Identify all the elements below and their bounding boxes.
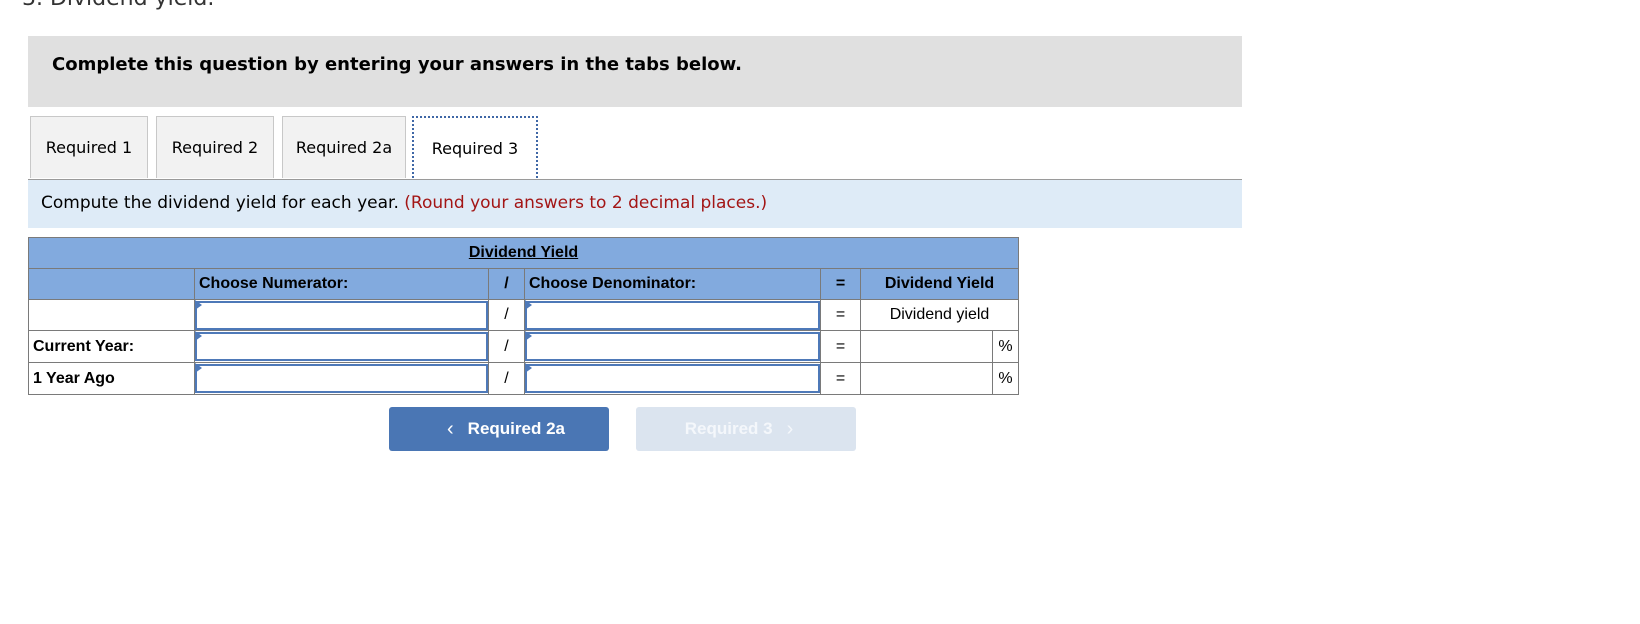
row-label (28, 299, 195, 331)
rounding-note: (Round your answers to 2 decimal places.… (404, 193, 768, 213)
dividend-yield-input-current-year[interactable] (861, 331, 996, 362)
result-cell[interactable] (860, 362, 996, 395)
chevron-right-icon: › (786, 417, 794, 440)
denominator-dropdown[interactable] (524, 299, 821, 331)
dividend-yield-input-1-year-ago[interactable] (861, 363, 996, 394)
numerator-input[interactable] (195, 364, 488, 393)
table-row: Current Year: / = % (28, 330, 1019, 363)
numerator-dropdown[interactable] (194, 362, 489, 395)
header-equals: = (820, 268, 861, 300)
chevron-left-icon: ‹ (447, 417, 454, 440)
tab-required-2a[interactable]: Required 2a (282, 116, 406, 178)
denominator-dropdown[interactable] (524, 330, 821, 363)
numerator-input[interactable] (195, 332, 488, 361)
row-label-1-year-ago: 1 Year Ago (28, 362, 195, 395)
divide-symbol: / (488, 362, 525, 395)
header-result: Dividend Yield (860, 268, 1019, 300)
header-denominator: Choose Denominator: (524, 268, 821, 300)
dropdown-marker-icon (525, 331, 532, 341)
percent-unit: % (992, 362, 1019, 395)
table-title: Dividend Yield (28, 237, 1019, 269)
table-row: 1 Year Ago / = % (28, 362, 1019, 395)
denominator-input[interactable] (525, 332, 820, 361)
question-prompt: Compute the dividend yield for each year… (28, 180, 1242, 228)
tab-required-2[interactable]: Required 2 (156, 116, 274, 178)
equals-symbol: = (820, 330, 861, 363)
divide-symbol: / (488, 330, 525, 363)
dropdown-marker-icon (525, 300, 532, 310)
question-heading: 3. Dividend yield. (22, 0, 214, 11)
dropdown-marker-icon (195, 363, 202, 373)
denominator-dropdown[interactable] (524, 362, 821, 395)
prev-button-label: Required 2a (467, 419, 565, 438)
header-divide: / (488, 268, 525, 300)
denominator-input[interactable] (525, 300, 820, 330)
row-label-current-year: Current Year: (28, 330, 195, 363)
percent-unit: % (992, 330, 1019, 363)
previous-required-2a-button[interactable]: ‹ Required 2a (389, 407, 609, 451)
prompt-text: Compute the dividend yield for each year… (41, 193, 399, 213)
result-cell[interactable] (860, 330, 996, 363)
next-required-3-button: Required 3 › (636, 407, 856, 451)
equals-symbol: = (820, 362, 861, 395)
divide-symbol: / (488, 299, 525, 331)
instructions-text: Complete this question by entering your … (52, 54, 742, 75)
denominator-input[interactable] (525, 364, 820, 393)
numerator-dropdown[interactable] (194, 330, 489, 363)
dropdown-marker-icon (525, 363, 532, 373)
tab-required-3[interactable]: Required 3 (412, 116, 538, 178)
table-row: / = Dividend yield (28, 299, 1019, 331)
tab-required-1[interactable]: Required 1 (30, 116, 148, 178)
dropdown-marker-icon (195, 331, 202, 341)
dropdown-marker-icon (195, 300, 202, 310)
numerator-input[interactable] (195, 300, 488, 330)
numerator-dropdown[interactable] (194, 299, 489, 331)
instructions-banner: Complete this question by entering your … (28, 36, 1242, 107)
header-numerator: Choose Numerator: (194, 268, 489, 300)
next-button-label: Required 3 (684, 419, 773, 438)
result-label: Dividend yield (860, 299, 1019, 331)
equals-symbol: = (820, 299, 861, 331)
dividend-yield-table: Dividend Yield Choose Numerator: / Choos… (28, 237, 1019, 395)
header-blank (28, 268, 195, 300)
